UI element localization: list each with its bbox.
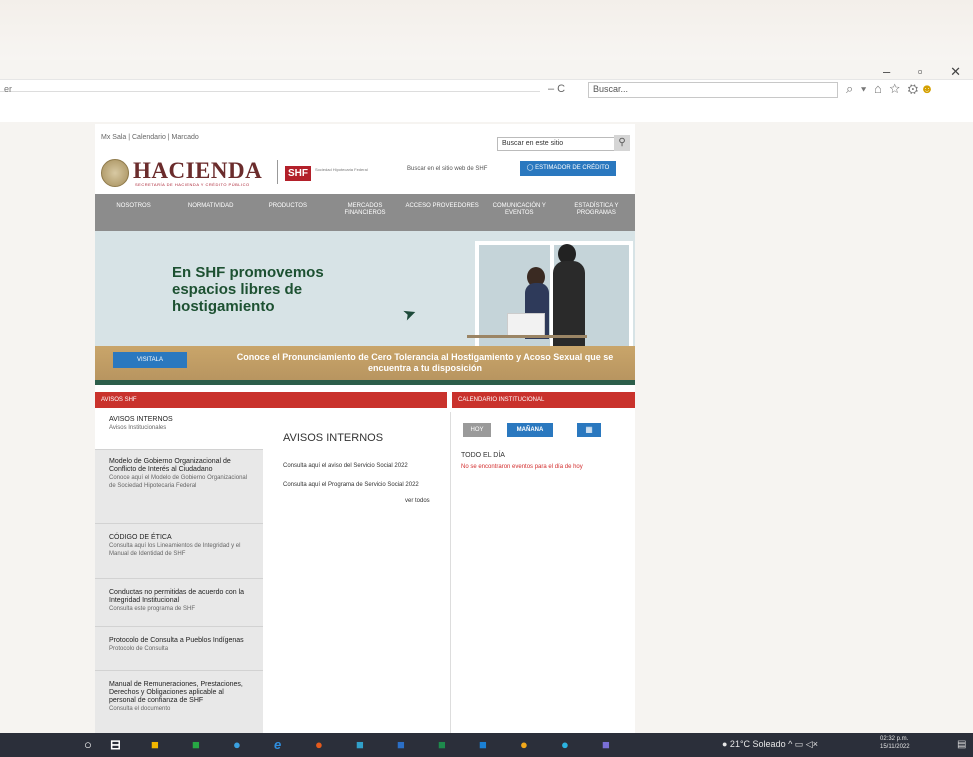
nav-productos[interactable]: PRODUCTOS [249, 194, 326, 231]
hero-banner[interactable]: En SHF promovemos espacios libres de hos… [95, 231, 635, 385]
clock-date: 15/11/2022 [880, 744, 910, 750]
main-navigation: NOSOTROS NORMATIVIDAD PRODUCTOS MERCADOS… [95, 194, 635, 231]
desktop-background [0, 0, 973, 60]
sidebar-item-etica[interactable]: CÓDIGO DE ÉTICA Consulta aquí los Lineam… [95, 524, 263, 579]
sidebar-item-title: AVISOS INTERNOS [109, 416, 173, 423]
cursor-icon: ➤ [400, 304, 420, 325]
toolbar-icons-text[interactable]: ⌕ ▾ ⌂ ☆ ⚙ [846, 81, 920, 96]
column-divider [450, 412, 451, 734]
calendar-hoy-button[interactable]: HOY [463, 423, 491, 437]
file-explorer-icon[interactable]: ■ [151, 737, 159, 753]
nav-nosotros[interactable]: NOSOTROS [95, 194, 172, 231]
web-page: Mx Sala | Calendario | Marcado Buscar en… [95, 124, 635, 734]
logo-divider [277, 160, 278, 184]
avisos-sidebar: AVISOS INTERNOS Avisos Institucionales M… [95, 412, 263, 734]
address-bar-divider [0, 91, 540, 92]
sidebar-item-sub: Avisos Institucionales [109, 425, 167, 431]
spreadsheet-app-icon[interactable]: ■ [192, 737, 200, 753]
clock-time: 02:32 p.m. [880, 736, 909, 742]
sidebar-item-title: CÓDIGO DE ÉTICA [109, 534, 172, 541]
nav-estadistica[interactable]: ESTADÍSTICA Y PROGRAMAS [558, 194, 635, 231]
clock[interactable]: 02:32 p.m. 15/11/2022 [880, 735, 910, 751]
task-view-icon[interactable]: ⊟ [110, 737, 121, 753]
avisos-section-header: AVISOS SHF [95, 392, 447, 408]
app-icon[interactable]: ■ [356, 737, 364, 753]
site-search-label: Buscar en el sitio web de SHF [407, 166, 488, 172]
avisos-title: AVISOS INTERNOS [283, 432, 384, 444]
site-search-input[interactable]: Buscar en este sitio [497, 137, 615, 151]
office-app-icon[interactable]: ● [315, 737, 323, 753]
people-app-icon[interactable]: ● [233, 737, 241, 753]
edge-icon[interactable]: ● [561, 737, 569, 753]
sidebar-item-conductas[interactable]: Conductas no permitidas de acuerdo con l… [95, 579, 263, 627]
sidebar-item-title: Protocolo de Consulta a Pueblos Indígena… [109, 637, 244, 644]
hero-laptop [507, 313, 545, 337]
sidebar-item-avisos-internos[interactable]: AVISOS INTERNOS Avisos Institucionales [95, 412, 263, 450]
sidebar-item-title: Modelo de Gobierno Organizacional de Con… [109, 458, 231, 473]
feedback-icon[interactable]: ☻ [920, 81, 936, 96]
window-controls[interactable]: – ▫ ✕ [883, 64, 973, 80]
nav-mercados[interactable]: MERCADOS FINANCIEROS [326, 194, 403, 231]
search-circle-icon[interactable]: ○ [84, 737, 92, 753]
sidebar-item-sub: Consulta aquí los Lineamientos de Integr… [109, 543, 241, 557]
hero-message: Conoce el Pronunciamiento de Cero Tolera… [236, 352, 614, 373]
system-tray[interactable]: ● 21°C Soleado ^ ▭ ◁× [722, 739, 818, 750]
excel-icon[interactable]: ■ [438, 737, 446, 753]
sidebar-item-sub: Protocolo de Consulta [109, 646, 169, 652]
hero-desk [467, 335, 587, 338]
address-url[interactable]: er [4, 84, 12, 94]
hacienda-logo-subtitle: SECRETARÍA DE HACIENDA Y CRÉDITO PÚBLICO [135, 182, 250, 187]
nav-normatividad[interactable]: NORMATIVIDAD [172, 194, 249, 231]
ver-todos-link[interactable]: ver todos [405, 498, 430, 504]
visitala-button[interactable]: VISITALA [113, 352, 187, 368]
browser-search-input[interactable]: Buscar... [588, 82, 838, 98]
sidebar-item-title: Conductas no permitidas de acuerdo con l… [109, 589, 245, 604]
page-top-band [0, 104, 973, 122]
aviso-link-1[interactable]: Consulta aquí el aviso del Servicio Soci… [283, 463, 408, 469]
estimador-button[interactable]: ◯ ESTIMADOR DE CRÉDITO [520, 161, 616, 176]
shf-logo-subtitle: Sociedad Hipotecaria Federal [315, 167, 368, 172]
hacienda-logo[interactable]: HACIENDA [133, 158, 262, 184]
sidebar-item-gobierno[interactable]: Modelo de Gobierno Organizacional de Con… [95, 450, 263, 524]
calendar-section-header: CALENDARIO INSTITUCIONAL [452, 392, 635, 408]
sidebar-item-title: Manual de Remuneraciones, Prestaciones, … [109, 681, 243, 704]
shf-logo[interactable]: SHF [285, 166, 311, 181]
teams-icon[interactable]: ■ [602, 737, 610, 753]
calendar-manana-button[interactable]: MAÑANA [507, 423, 553, 437]
word-icon[interactable]: ■ [397, 737, 405, 753]
carousel-dots [95, 380, 635, 385]
internet-explorer-icon[interactable]: e [274, 737, 281, 753]
browser-toolbar-icons[interactable]: ⌕ ▾ ⌂ ☆ ⚙☻ [846, 81, 936, 97]
sidebar-item-sub: Consulta el documento [109, 706, 171, 712]
sidebar-item-manual[interactable]: Manual de Remuneraciones, Prestaciones, … [95, 671, 263, 734]
notification-icon[interactable]: ▤ [957, 739, 966, 750]
outlook-icon[interactable]: ■ [479, 737, 487, 753]
hacienda-seal-icon[interactable] [101, 159, 129, 187]
top-links[interactable]: Mx Sala | Calendario | Marcado [101, 134, 199, 141]
aviso-link-2[interactable]: Consulta aquí el Programa de Servicio So… [283, 482, 419, 488]
sidebar-item-sub: Consulta este programa de SHF [109, 606, 196, 612]
site-search-button[interactable]: ⚲ [614, 135, 630, 151]
nav-comunicacion[interactable]: COMUNICACIÓN Y EVENTOS [481, 194, 558, 231]
hero-title: En SHF promovemos espacios libres de hos… [172, 264, 324, 315]
sidebar-item-protocolo[interactable]: Protocolo de Consulta a Pueblos Indígena… [95, 627, 263, 671]
calendar-day-label: TODO EL DÍA [461, 452, 505, 459]
nav-proveedores[interactable]: ACCESO PROVEEDORES [404, 194, 481, 231]
calendar-note: No se encontraron eventos para el día de… [461, 464, 583, 470]
sidebar-item-sub: Conoce aquí el Modelo de Gobierno Organi… [109, 475, 248, 489]
refresh-icon[interactable]: – C [548, 83, 565, 95]
calendar-icon[interactable]: ▦ [577, 423, 601, 437]
chrome-icon[interactable]: ● [520, 737, 528, 753]
